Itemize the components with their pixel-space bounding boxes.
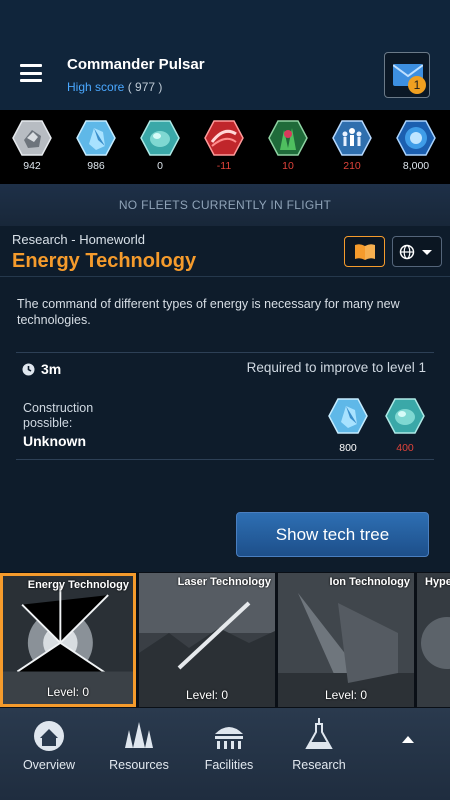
resource-value: 10 [282,160,294,172]
ion-tech-image [278,573,414,707]
facilities-icon [215,727,243,749]
bottom-navigation: Overview Resources Facilities Research [0,708,450,800]
cost-deuterium: 400 [383,398,427,454]
cost-crystal: 800 [326,398,370,454]
resource-crystal[interactable]: 986 [66,120,126,172]
nav-resources[interactable]: Resources [99,718,179,772]
research-time: 3m [22,361,61,377]
highscore-label: High score [67,80,125,94]
resource-population[interactable]: 210 [322,120,382,172]
resource-metal[interactable]: 942 [2,120,62,172]
nav-research[interactable]: Research [279,718,359,772]
metal-icon [12,120,52,156]
tech-card-level: Level: 0 [46,685,90,699]
research-panel: Research - Homeworld Energy Technology T… [0,226,450,572]
globe-icon [399,244,415,260]
info-book-button[interactable] [344,236,385,267]
deuterium-icon [385,398,425,434]
resource-deuterium[interactable]: 0 [130,120,190,172]
required-level-text: Required to improve to level 1 [246,360,426,375]
divider [16,352,434,353]
nav-label: Research [292,758,346,772]
tech-card-energy[interactable]: Energy Technology Level: 0 [0,573,136,707]
tech-card-level: Level: 0 [324,688,368,702]
tech-card-name: Laser Technology [177,576,271,588]
resource-value: -11 [216,160,232,172]
crystal-icon [328,398,368,434]
nav-label: Resources [109,758,169,772]
nav-label: Overview [22,758,76,772]
crystal-icon [76,120,116,156]
book-icon [355,244,375,260]
breadcrumb: Research - Homeworld [12,232,145,247]
planet-select-dropdown[interactable] [392,236,442,267]
home-icon [34,721,64,751]
fleet-status-bar[interactable]: NO FLEETS CURRENTLY IN FLIGHT [0,184,450,226]
resource-value: 0 [157,160,163,172]
resource-value: 210 [343,160,361,172]
nav-facilities[interactable]: Facilities [189,718,269,772]
resource-value: 8,000 [402,160,430,172]
energy-icon [204,120,244,156]
laser-tech-image [139,573,275,707]
cost-value: 400 [396,442,414,454]
messages-button[interactable]: 1 [384,52,430,98]
highscore[interactable]: High score ( 977 ) [67,80,162,94]
nav-label: Facilities [204,758,254,772]
population-icon [332,120,372,156]
dark-matter-icon [396,120,436,156]
tech-card-level: Level: 0 [185,688,229,702]
crystals-icon [125,722,153,748]
resource-dark-matter[interactable]: 8,000 [386,120,446,172]
tech-carousel[interactable]: Energy Technology Level: 0 Laser Technol… [0,572,450,708]
show-tech-tree-button[interactable]: Show tech tree [236,512,429,557]
construction-label: Construction possible: [23,401,94,430]
flask-icon [305,718,333,749]
cost-value: 800 [339,442,357,454]
tech-card-laser[interactable]: Laser Technology Level: 0 [139,573,275,707]
resource-food[interactable]: 10 [258,120,318,172]
food-icon [268,120,308,156]
tech-description: The command of different types of energy… [17,297,400,327]
hyperspace-tech-image [417,573,450,707]
resource-bar: 942 986 0 -11 10 210 8,000 [0,110,450,184]
construction-value: Unknown [23,433,86,449]
divider [0,276,450,277]
top-header: Commander Pulsar High score ( 977 ) 1 [0,0,450,110]
tech-card-ion[interactable]: Ion Technology Level: 0 [278,573,414,707]
resource-value: 986 [87,160,105,172]
page-title: Energy Technology [12,250,197,272]
resource-value: 942 [23,160,41,172]
divider [16,459,434,460]
menu-hamburger-icon[interactable] [20,64,42,82]
highscore-value: ( 977 ) [127,80,163,94]
tech-card-name: Ion Technology [329,576,410,588]
chevron-up-icon[interactable] [402,736,414,743]
tech-card-hyperspace[interactable]: Hype [417,573,450,707]
tech-card-name: Hype [425,576,450,588]
clock-icon [22,363,35,375]
commander-name: Commander Pulsar [67,56,205,73]
resource-energy[interactable]: -11 [194,120,254,172]
mail-count-badge: 1 [408,76,426,94]
deuterium-icon [140,120,180,156]
tech-card-name: Energy Technology [27,579,129,591]
chevron-down-icon [422,250,432,255]
nav-overview[interactable]: Overview [9,718,89,772]
time-value: 3m [41,361,62,377]
